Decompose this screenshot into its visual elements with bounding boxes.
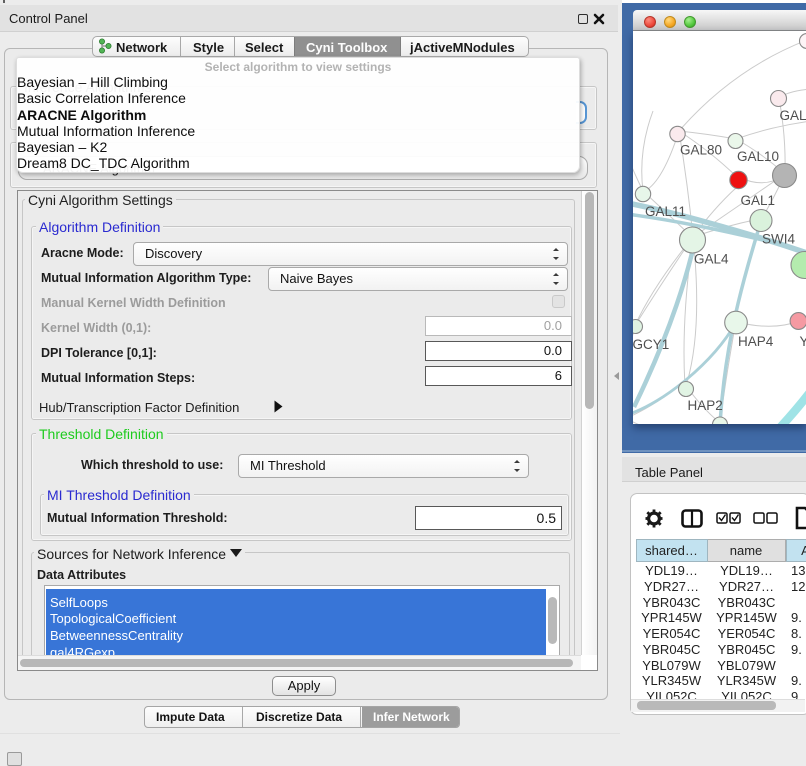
svg-text:GAL: GAL: [780, 108, 806, 123]
svg-text:GAL11: GAL11: [645, 204, 686, 219]
svg-text:HAP4: HAP4: [738, 334, 774, 349]
svg-text:GCY1: GCY1: [633, 337, 669, 352]
svg-text:GAL1: GAL1: [741, 193, 776, 208]
svg-text:GAL4: GAL4: [694, 252, 729, 267]
svg-text:GAL10: GAL10: [737, 149, 779, 164]
svg-text:GAL80: GAL80: [680, 143, 722, 158]
svg-text:HAP2: HAP2: [688, 398, 723, 413]
svg-text:SWI4: SWI4: [762, 232, 795, 247]
svg-text:Y: Y: [800, 334, 806, 349]
